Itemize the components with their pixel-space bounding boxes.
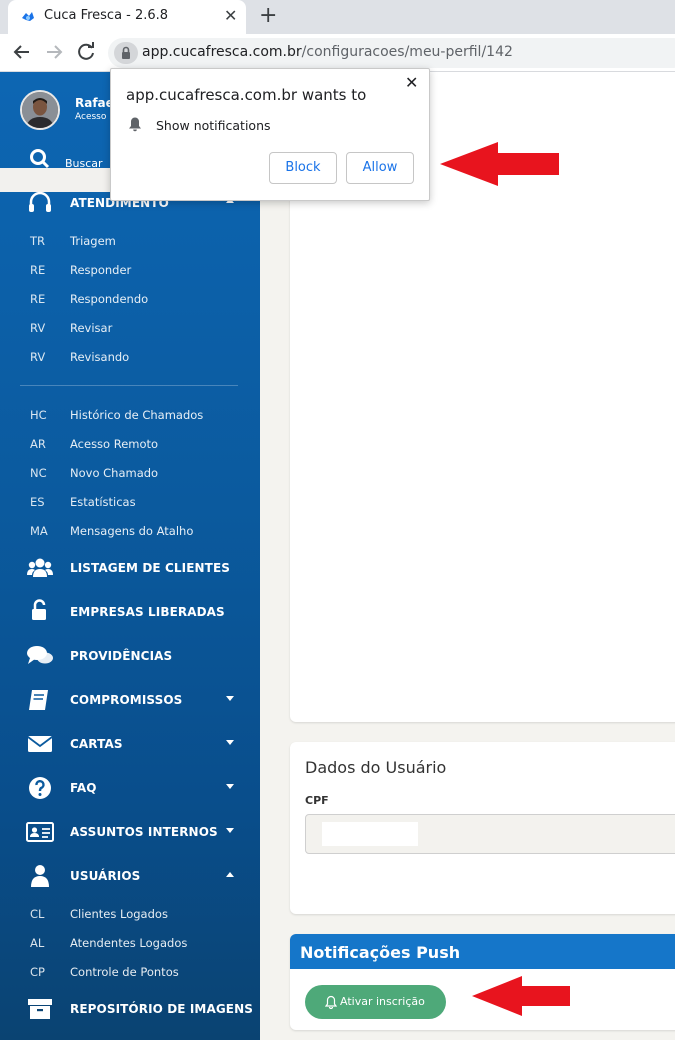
block-button[interactable]: Block — [269, 152, 337, 184]
activate-subscription-button[interactable]: Ativar inscrição — [305, 985, 446, 1019]
nav-clientes-logados[interactable]: Clientes Logados — [70, 907, 168, 921]
tab-close-icon[interactable]: ✕ — [224, 7, 237, 25]
nav-mensagens-do-atalho[interactable]: Mensagens do Atalho — [70, 524, 193, 538]
tab-strip: Cuca Fresca - 2.6.8 ✕ + — [0, 0, 675, 34]
reload-icon[interactable] — [74, 40, 98, 64]
close-icon[interactable]: ✕ — [405, 75, 418, 91]
question-icon — [29, 777, 51, 799]
nav-providencias[interactable]: PROVIDÊNCIAS — [70, 649, 172, 663]
sub-abbr: RV — [30, 350, 46, 364]
nav-estatisticas[interactable]: Estatísticas — [70, 495, 136, 509]
sidebar-divider — [20, 385, 238, 386]
sub-abbr: AR — [30, 437, 46, 451]
tab-title: Cuca Fresca - 2.6.8 — [44, 8, 169, 23]
nav-respondendo[interactable]: Respondendo — [70, 292, 148, 306]
nav-historico-de-chamados[interactable]: Histórico de Chamados — [70, 408, 203, 422]
nav-triagem[interactable]: Triagem — [70, 234, 116, 248]
chevron-down-icon[interactable] — [226, 696, 234, 701]
browser-toolbar: app.cucafresca.com.br/configuracoes/meu-… — [0, 34, 675, 72]
bell-icon — [325, 995, 337, 1009]
user-role: Acesso — [75, 112, 107, 122]
nav-repositorio-de-imagens[interactable]: REPOSITÓRIO DE IMAGENS — [70, 1002, 253, 1016]
cpf-value — [322, 822, 418, 846]
archive-icon — [28, 999, 52, 1019]
address-bar[interactable]: app.cucafresca.com.br/configuracoes/meu-… — [108, 38, 675, 68]
id-card-icon — [26, 822, 54, 842]
book-icon — [29, 690, 48, 710]
sub-abbr: RE — [30, 292, 46, 306]
cuca-fresca-favicon-icon — [22, 12, 34, 21]
nav-compromissos[interactable]: COMPROMISSOS — [70, 693, 182, 707]
envelope-icon — [27, 736, 53, 752]
users-icon — [27, 558, 53, 577]
user-name: Rafae — [75, 96, 114, 110]
user-icon — [31, 865, 49, 887]
sub-abbr: TR — [30, 234, 46, 248]
nav-revisar[interactable]: Revisar — [70, 321, 112, 335]
forward-arrow-icon[interactable] — [42, 40, 66, 64]
chevron-down-icon[interactable] — [226, 828, 234, 833]
push-title: Notificações Push — [300, 943, 461, 962]
nav-empresas-liberadas[interactable]: EMPRESAS LIBERADAS — [70, 605, 225, 619]
user-data-card: Dados do Usuário CPF — [290, 742, 675, 914]
sub-abbr: ES — [30, 495, 45, 509]
allow-button[interactable]: Allow — [346, 152, 414, 184]
avatar[interactable] — [20, 90, 60, 130]
cpf-field[interactable] — [305, 814, 675, 854]
chevron-up-icon[interactable] — [226, 872, 234, 877]
search-icon[interactable] — [28, 148, 50, 170]
prompt-title: app.cucafresca.com.br wants to — [126, 86, 367, 104]
push-card-header: Notificações Push — [290, 934, 675, 969]
prompt-permission-text: Show notifications — [156, 118, 271, 133]
user-data-title: Dados do Usuário — [305, 758, 447, 777]
sub-abbr: AL — [30, 936, 45, 950]
red-arrow-annotation-icon — [440, 142, 559, 186]
sub-abbr: MA — [30, 524, 48, 538]
red-arrow-annotation-icon — [472, 976, 570, 1016]
browser-tab[interactable]: Cuca Fresca - 2.6.8 ✕ — [8, 0, 246, 34]
comments-icon — [27, 646, 53, 664]
sub-abbr: HC — [30, 408, 47, 422]
sub-abbr: CL — [30, 907, 45, 921]
nav-cartas[interactable]: CARTAS — [70, 737, 123, 751]
url-text[interactable]: app.cucafresca.com.br/configuracoes/meu-… — [142, 44, 513, 60]
headset-icon — [29, 191, 51, 212]
nav-revisando[interactable]: Revisando — [70, 350, 129, 364]
activate-subscription-label: Ativar inscrição — [340, 995, 425, 1008]
nav-acesso-remoto[interactable]: Acesso Remoto — [70, 437, 158, 451]
nav-usuarios[interactable]: USUÁRIOS — [70, 869, 140, 883]
lock-icon[interactable] — [114, 42, 138, 64]
bell-icon — [129, 117, 141, 132]
unlock-icon — [32, 599, 46, 620]
nav-atendentes-logados[interactable]: Atendentes Logados — [70, 936, 187, 950]
chevron-down-icon[interactable] — [226, 740, 234, 745]
sub-abbr: RV — [30, 321, 46, 335]
sidebar: Rafae Acesso Buscar ATENDIMENTO TR Triag… — [0, 72, 260, 1040]
sub-abbr: NC — [30, 466, 47, 480]
sub-abbr: CP — [30, 965, 45, 979]
nav-responder[interactable]: Responder — [70, 263, 131, 277]
nav-listagem-de-clientes[interactable]: LISTAGEM DE CLIENTES — [70, 561, 230, 575]
nav-assuntos-internos[interactable]: ASSUNTOS INTERNOS — [70, 825, 218, 839]
notification-permission-dialog: app.cucafresca.com.br wants to ✕ Show no… — [110, 68, 430, 201]
back-arrow-icon[interactable] — [10, 40, 34, 64]
url-host: app.cucafresca.com.br — [142, 44, 302, 60]
cpf-label: CPF — [305, 794, 329, 807]
chevron-down-icon[interactable] — [226, 784, 234, 789]
nav-faq[interactable]: FAQ — [70, 781, 97, 795]
nav-controle-de-pontos[interactable]: Controle de Pontos — [70, 965, 179, 979]
url-path: /configuracoes/meu-perfil/142 — [301, 44, 513, 60]
new-tab-button[interactable]: + — [259, 4, 277, 28]
sub-abbr: RE — [30, 263, 46, 277]
nav-novo-chamado[interactable]: Novo Chamado — [70, 466, 158, 480]
